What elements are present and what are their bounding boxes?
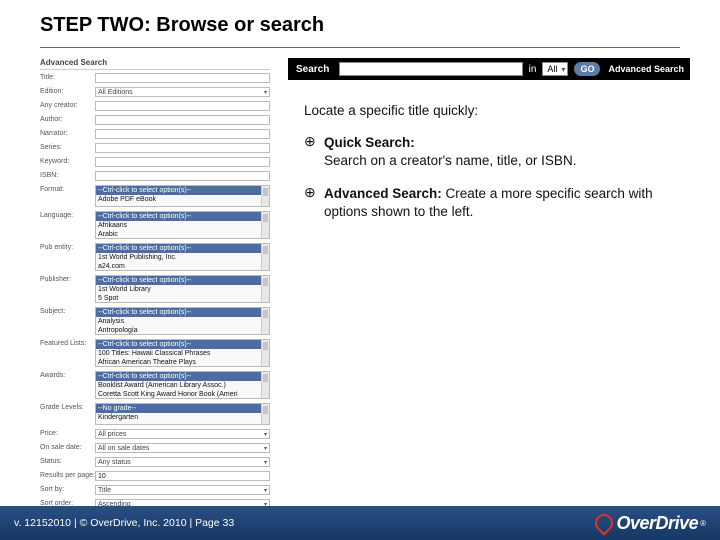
label-grade: Grade Levels:	[40, 403, 95, 411]
overdrive-logo: OverDrive ®	[595, 513, 706, 534]
label-subject: Subject:	[40, 307, 95, 315]
instructions: Locate a specific title quickly: ⊕ Quick…	[288, 80, 690, 221]
label-onsale: On sale date:	[40, 443, 95, 451]
input-author[interactable]	[95, 115, 270, 125]
logo-text: OverDrive	[617, 513, 699, 534]
bullet-icon: ⊕	[304, 185, 324, 221]
footer: v. 12152010 | © OverDrive, Inc. 2010 | P…	[0, 506, 720, 540]
scrollbar[interactable]	[261, 308, 269, 334]
chevron-down-icon: ▾	[264, 487, 267, 494]
label-isbn: ISBN:	[40, 171, 95, 179]
select-price[interactable]: All prices▾	[95, 429, 270, 439]
label-pubentity: Pub entity:	[40, 243, 95, 251]
search-scope-select[interactable]: All	[542, 62, 568, 76]
scrollbar[interactable]	[261, 186, 269, 206]
page-title: STEP TWO: Browse or search	[40, 14, 720, 37]
multi-featured[interactable]: --Ctrl-click to select option(s)--100 Ti…	[95, 339, 270, 367]
multi-pubentity[interactable]: --Ctrl-click to select option(s)--1st Wo…	[95, 243, 270, 271]
select-edition[interactable]: All Editions▾	[95, 87, 270, 97]
go-button[interactable]: GO	[574, 62, 600, 76]
chevron-down-icon: ▾	[264, 89, 267, 96]
label-language: Language:	[40, 211, 95, 219]
adv-heading: Advanced Search	[40, 58, 270, 70]
label-sortby: Sort by:	[40, 485, 95, 493]
search-input[interactable]	[339, 62, 522, 76]
select-sortby[interactable]: Title▾	[95, 485, 270, 495]
quick-body: Search on a creator's name, title, or IS…	[324, 153, 576, 168]
input-title[interactable]	[95, 73, 270, 83]
bullet-advanced-search: ⊕ Advanced Search: Create a more specifi…	[304, 185, 680, 221]
scrollbar[interactable]	[261, 276, 269, 302]
label-keyword: Keyword:	[40, 157, 95, 165]
label-status: Status:	[40, 457, 95, 465]
chevron-down-icon: ▾	[264, 459, 267, 466]
label-creator: Any creator:	[40, 101, 95, 109]
search-label: Search	[292, 64, 333, 75]
label-publisher: Publisher:	[40, 275, 95, 283]
multi-format[interactable]: --Ctrl-click to select option(s)--Adobe …	[95, 185, 270, 207]
multi-awards[interactable]: --Ctrl-click to select option(s)--Bookli…	[95, 371, 270, 399]
scrollbar[interactable]	[261, 340, 269, 366]
slide-header: STEP TWO: Browse or search	[0, 0, 720, 43]
input-creator[interactable]	[95, 101, 270, 111]
chevron-down-icon: ▾	[264, 431, 267, 438]
label-awards: Awards:	[40, 371, 95, 379]
label-featured: Featured Lists:	[40, 339, 95, 347]
input-keyword[interactable]	[95, 157, 270, 167]
scrollbar[interactable]	[261, 404, 269, 424]
scrollbar[interactable]	[261, 244, 269, 270]
quick-search-bar: Search in All GO Advanced Search	[288, 58, 690, 80]
label-narrator: Narrator:	[40, 129, 95, 137]
label-series: Series:	[40, 143, 95, 151]
quick-heading: Quick Search:	[324, 135, 415, 150]
bullet-quick-search: ⊕ Quick Search: Search on a creator's nam…	[304, 134, 680, 170]
locate-text: Locate a specific title quickly:	[304, 102, 680, 120]
label-title: Title:	[40, 73, 95, 81]
scrollbar[interactable]	[261, 372, 269, 398]
select-status[interactable]: Any status▾	[95, 457, 270, 467]
select-onsale[interactable]: All on sale dates▾	[95, 443, 270, 453]
multi-subject[interactable]: --Ctrl-click to select option(s)--Analys…	[95, 307, 270, 335]
input-series[interactable]	[95, 143, 270, 153]
input-isbn[interactable]	[95, 171, 270, 181]
label-format: Format:	[40, 185, 95, 193]
input-perpage[interactable]: 10	[95, 471, 270, 481]
chevron-down-icon: ▾	[264, 445, 267, 452]
footer-version: v. 12152010 | © OverDrive, Inc. 2010 | P…	[14, 517, 234, 529]
label-author: Author:	[40, 115, 95, 123]
label-edition: Edition:	[40, 87, 95, 95]
multi-grade[interactable]: --No grade--Kindergarten	[95, 403, 270, 425]
registered-icon: ®	[700, 519, 706, 528]
advanced-search-panel: Advanced Search Title: Edition:All Editi…	[40, 58, 270, 522]
adv-heading: Advanced Search:	[324, 186, 442, 201]
scrollbar[interactable]	[261, 212, 269, 238]
advanced-search-link[interactable]: Advanced Search	[606, 64, 686, 74]
label-perpage: Results per page:	[40, 471, 95, 479]
multi-publisher[interactable]: --Ctrl-click to select option(s)--1st Wo…	[95, 275, 270, 303]
bullet-icon: ⊕	[304, 134, 324, 170]
logo-swirl-icon	[595, 514, 613, 532]
input-narrator[interactable]	[95, 129, 270, 139]
multi-language[interactable]: --Ctrl-click to select option(s)--Afrika…	[95, 211, 270, 239]
search-in-label: in	[529, 64, 537, 75]
label-price: Price:	[40, 429, 95, 437]
